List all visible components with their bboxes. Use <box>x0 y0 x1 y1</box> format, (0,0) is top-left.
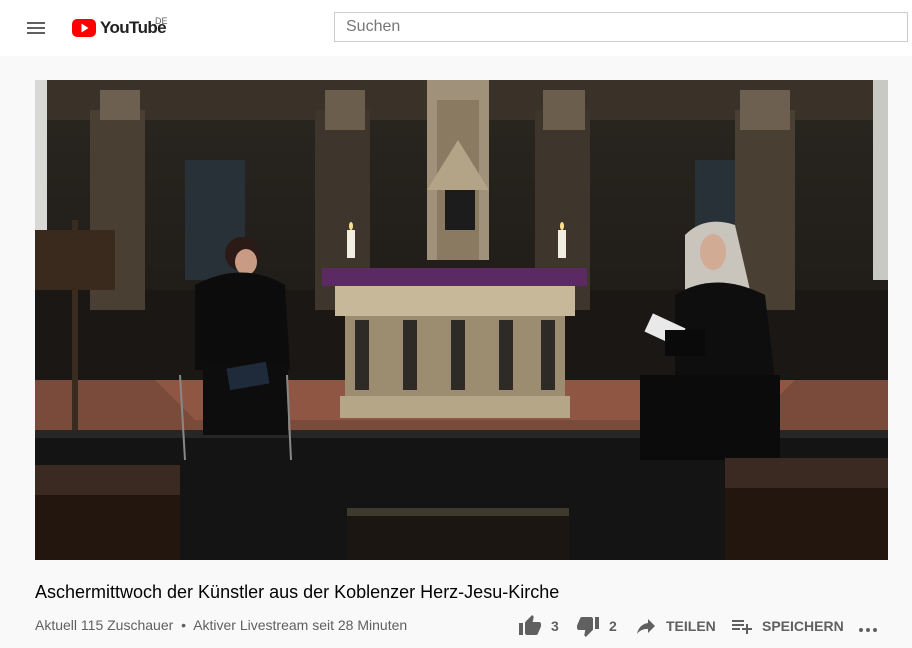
video-frame <box>35 80 888 560</box>
masthead: YouTube DE <box>0 0 912 56</box>
meta-separator: • <box>181 617 187 633</box>
share-arrow-icon <box>637 619 655 634</box>
more-horizontal-icon <box>859 628 877 632</box>
share-label: TEILEN <box>666 618 716 634</box>
hamburger-menu-icon[interactable] <box>24 16 48 40</box>
save-label: SPEICHERN <box>762 618 844 634</box>
video-player[interactable] <box>35 80 888 560</box>
save-button[interactable]: SPEICHERN <box>730 612 844 640</box>
thumbs-down-icon <box>577 617 599 637</box>
search-input[interactable] <box>335 13 907 41</box>
like-button[interactable]: 3 <box>518 612 559 640</box>
thumbs-up-icon <box>519 615 541 635</box>
share-button[interactable]: TEILEN <box>634 612 716 640</box>
video-title: Aschermittwoch der Künstler aus der Kobl… <box>35 582 560 602</box>
more-actions-button[interactable] <box>856 612 880 640</box>
logo-country-code: DE <box>155 16 168 26</box>
youtube-logo[interactable]: YouTube DE <box>72 16 168 38</box>
video-meta: Aktuell 115 Zuschauer • Aktiver Livestre… <box>35 616 407 634</box>
dislike-count: 2 <box>609 618 617 634</box>
live-status: Aktiver Livestream seit 28 Minuten <box>193 617 408 633</box>
search-box[interactable] <box>334 12 908 42</box>
dislike-button[interactable]: 2 <box>576 612 617 640</box>
viewer-count: Aktuell 115 Zuschauer <box>35 617 174 633</box>
like-count: 3 <box>551 618 559 634</box>
youtube-play-icon <box>72 19 96 37</box>
playlist-add-icon <box>732 620 752 634</box>
